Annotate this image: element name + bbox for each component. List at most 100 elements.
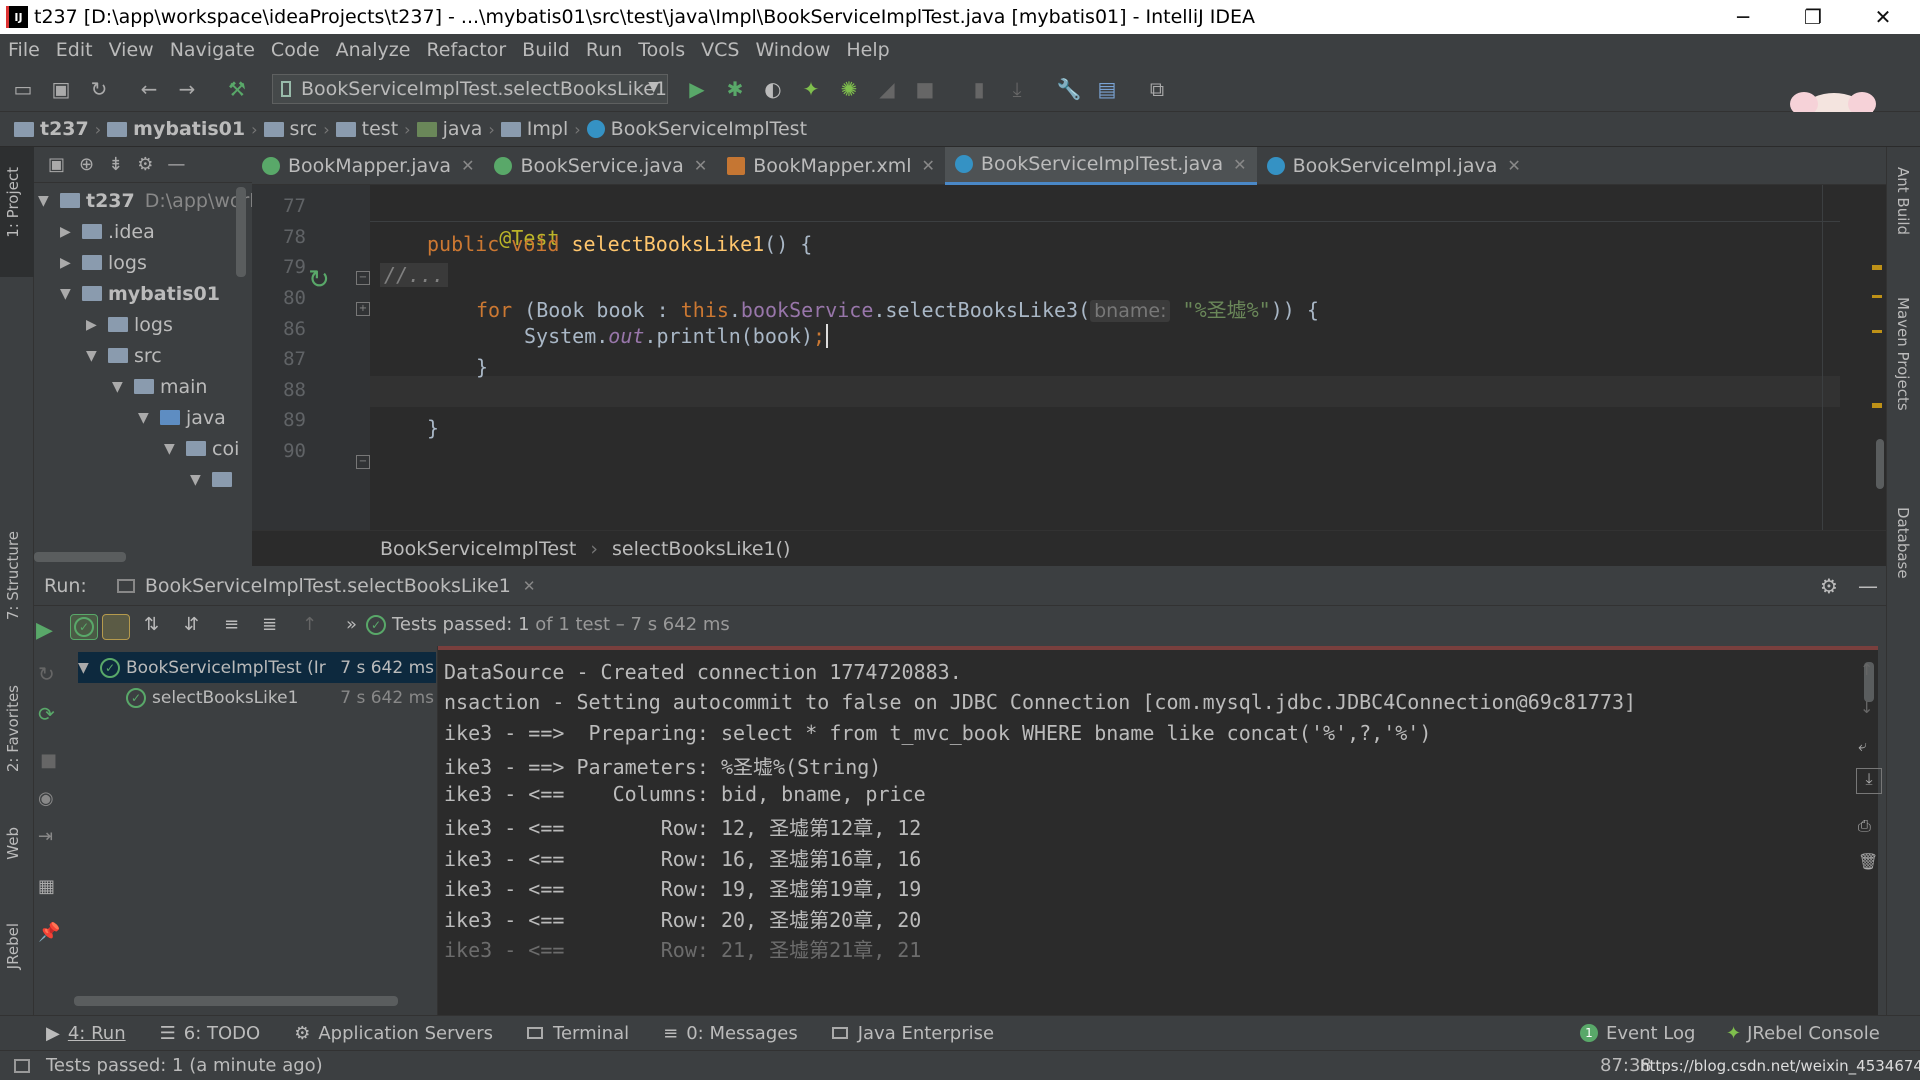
menu-window[interactable]: Window xyxy=(747,39,838,61)
tree-item-package[interactable]: ▼ coi xyxy=(164,433,239,464)
hide-icon[interactable]: — xyxy=(167,154,185,175)
breadcrumb-t237[interactable]: t237 xyxy=(14,118,95,140)
menu-code[interactable]: Code xyxy=(263,39,328,61)
tool-tab-ant-build[interactable]: Ant Build xyxy=(1894,167,1912,235)
restore-button[interactable]: ❐ xyxy=(1778,0,1848,34)
code-editor[interactable]: 77 78 79 80 86 87 88 89 90 ↻ − + − @Test… xyxy=(252,185,1886,530)
run-icon[interactable]: ▶ xyxy=(684,76,710,102)
bottom-tab-todo[interactable]: ☰ 6: TODO xyxy=(160,1023,261,1044)
jrebel-debug-icon[interactable]: ✺ xyxy=(836,76,862,102)
close-tab-icon[interactable]: ✕ xyxy=(922,156,935,175)
arrow-up-icon[interactable]: ↑ xyxy=(1860,660,1873,679)
show-ignored-toggle[interactable] xyxy=(102,614,130,640)
fold-icon[interactable]: − xyxy=(356,271,370,285)
tree-item-java[interactable]: ▼ java xyxy=(138,402,226,433)
close-tab-icon[interactable]: ✕ xyxy=(1507,156,1520,175)
menu-refactor[interactable]: Refactor xyxy=(418,39,514,61)
tree-item-src[interactable]: ▼ src xyxy=(86,340,162,371)
warning-marker[interactable] xyxy=(1872,265,1882,270)
bottom-tab-app-servers[interactable]: ⚙ Application Servers xyxy=(294,1023,493,1044)
breadcrumb-src[interactable]: src xyxy=(263,118,324,140)
menu-vcs[interactable]: VCS xyxy=(693,39,747,61)
tab-bookmapper-java[interactable]: BookMapper.java ✕ xyxy=(252,147,484,185)
menu-run[interactable]: Run xyxy=(578,39,630,61)
sort-alpha-icon[interactable]: ⇅ xyxy=(144,614,159,635)
fold-icon[interactable]: − xyxy=(356,455,370,469)
show-passed-toggle[interactable]: ✓ xyxy=(70,614,98,640)
bottom-tab-messages[interactable]: ≡ 0: Messages xyxy=(663,1023,798,1044)
unfold-icon[interactable]: + xyxy=(356,302,370,316)
sync-icon[interactable]: ↻ xyxy=(86,76,112,102)
project-view-icon[interactable]: ▣ xyxy=(48,154,65,175)
terminal-tool-icon[interactable]: ⧉ xyxy=(1144,76,1170,102)
arrow-down-icon[interactable]: ↓ xyxy=(1860,698,1873,717)
coverage-icon[interactable]: ◐ xyxy=(760,76,786,102)
run-configuration-select[interactable]: BookServiceImplTest.selectBooksLike1 ▼ xyxy=(272,74,668,104)
prev-failed-icon[interactable]: ↑ xyxy=(302,614,317,635)
menu-file[interactable]: File xyxy=(0,39,48,61)
jrebel-run-icon[interactable]: ✦ xyxy=(798,76,824,102)
breadcrumb-class[interactable]: BookServiceImplTest xyxy=(586,118,813,140)
print-icon[interactable]: ⎙ xyxy=(1858,816,1871,836)
close-tab-icon[interactable]: ✕ xyxy=(523,577,536,595)
close-window-button[interactable]: ✕ xyxy=(1848,0,1918,34)
tree-item-mybatis01[interactable]: ▼ mybatis01 xyxy=(60,278,220,309)
bottom-tab-event-log[interactable]: 1 Event Log xyxy=(1580,1023,1695,1044)
tool-tab-structure[interactable]: 7: Structure xyxy=(4,531,22,620)
gear-icon[interactable]: ⚙ xyxy=(1820,574,1838,598)
menu-help[interactable]: Help xyxy=(838,39,897,61)
more-actions-icon[interactable]: » xyxy=(346,614,357,635)
forward-icon[interactable]: → xyxy=(174,76,200,102)
tool-tab-maven[interactable]: Maven Projects xyxy=(1894,297,1912,411)
tree-item-main[interactable]: ▼ main xyxy=(112,371,207,402)
build-hammer-icon[interactable]: ⚒ xyxy=(224,76,250,102)
bottom-tab-jrebel-console[interactable]: ✦ JRebel Console xyxy=(1726,1023,1880,1044)
tab-bookserviceimpltest-java[interactable]: BookServiceImplTest.java ✕ xyxy=(944,146,1257,185)
tool-tab-web[interactable]: Web xyxy=(4,827,22,860)
rerun-failed-icon[interactable]: ↻ xyxy=(38,662,55,686)
sort-duration-icon[interactable]: ⇵ xyxy=(184,614,199,635)
save-icon[interactable]: ▣ xyxy=(48,76,74,102)
collapse-all-icon[interactable]: ⇟ xyxy=(108,154,123,175)
tree-scrollbar[interactable] xyxy=(74,996,398,1006)
tool-tab-database[interactable]: Database xyxy=(1894,507,1912,579)
back-icon[interactable]: ← xyxy=(136,76,162,102)
breadcrumb-test[interactable]: test xyxy=(335,118,405,140)
bottom-tab-run[interactable]: ▶ 4: Run xyxy=(46,1023,126,1044)
tree-item-logs-2[interactable]: ▶ logs xyxy=(86,309,173,340)
toggle-tool-windows-icon[interactable] xyxy=(14,1058,30,1073)
soft-wrap-icon[interactable]: ⤶ xyxy=(1858,736,1867,756)
import-icon[interactable]: ⇥ xyxy=(38,826,53,847)
tool-tab-jrebel[interactable]: JRebel xyxy=(4,923,22,969)
scroll-to-end-icon[interactable]: ⤓ xyxy=(1856,768,1882,794)
warning-marker[interactable] xyxy=(1872,295,1882,298)
stop-icon[interactable]: ■ xyxy=(912,76,938,102)
toggle-auto-test-icon[interactable]: ⟳ xyxy=(38,702,55,726)
expand-all-icon[interactable]: ≡ xyxy=(224,614,239,635)
open-folder-icon[interactable]: ▭ xyxy=(10,76,36,102)
bottom-tab-terminal[interactable]: Terminal xyxy=(527,1023,629,1044)
trash-icon[interactable]: 🗑 xyxy=(1858,852,1878,871)
tree-item-subpackage[interactable]: ▼ xyxy=(190,464,238,495)
warning-marker[interactable] xyxy=(1872,403,1882,408)
tree-item-t237[interactable]: ▼ t237 D:\app\work xyxy=(38,185,252,216)
download-icon[interactable]: ⤓ xyxy=(1004,76,1030,102)
debug-icon[interactable]: ✱ xyxy=(722,76,748,102)
pin-icon[interactable]: 📌 xyxy=(38,922,60,943)
close-tab-icon[interactable]: ✕ xyxy=(461,156,474,175)
breadcrumb-mybatis01[interactable]: mybatis01 xyxy=(107,118,251,140)
expand-arrow-icon[interactable]: ▼ xyxy=(78,660,100,676)
layout-icon[interactable]: ▦ xyxy=(38,876,55,897)
menu-view[interactable]: View xyxy=(101,39,162,61)
console-output[interactable]: DataSource - Created connection 17747208… xyxy=(438,646,1878,1015)
gear-icon[interactable]: ⚙ xyxy=(137,154,153,175)
jrebel-disabled-icon[interactable]: ◢ xyxy=(874,76,900,102)
tab-bookserviceimpl-java[interactable]: BookServiceImpl.java ✕ xyxy=(1257,147,1531,185)
minimize-button[interactable]: ─ xyxy=(1708,0,1778,34)
menu-edit[interactable]: Edit xyxy=(48,39,101,61)
locate-icon[interactable]: ⊕ xyxy=(79,154,94,175)
menu-navigate[interactable]: Navigate xyxy=(162,39,263,61)
collapse-all-icon[interactable]: ≣ xyxy=(262,614,277,635)
folded-region[interactable]: //... xyxy=(380,263,449,287)
menu-tools[interactable]: Tools xyxy=(630,39,693,61)
